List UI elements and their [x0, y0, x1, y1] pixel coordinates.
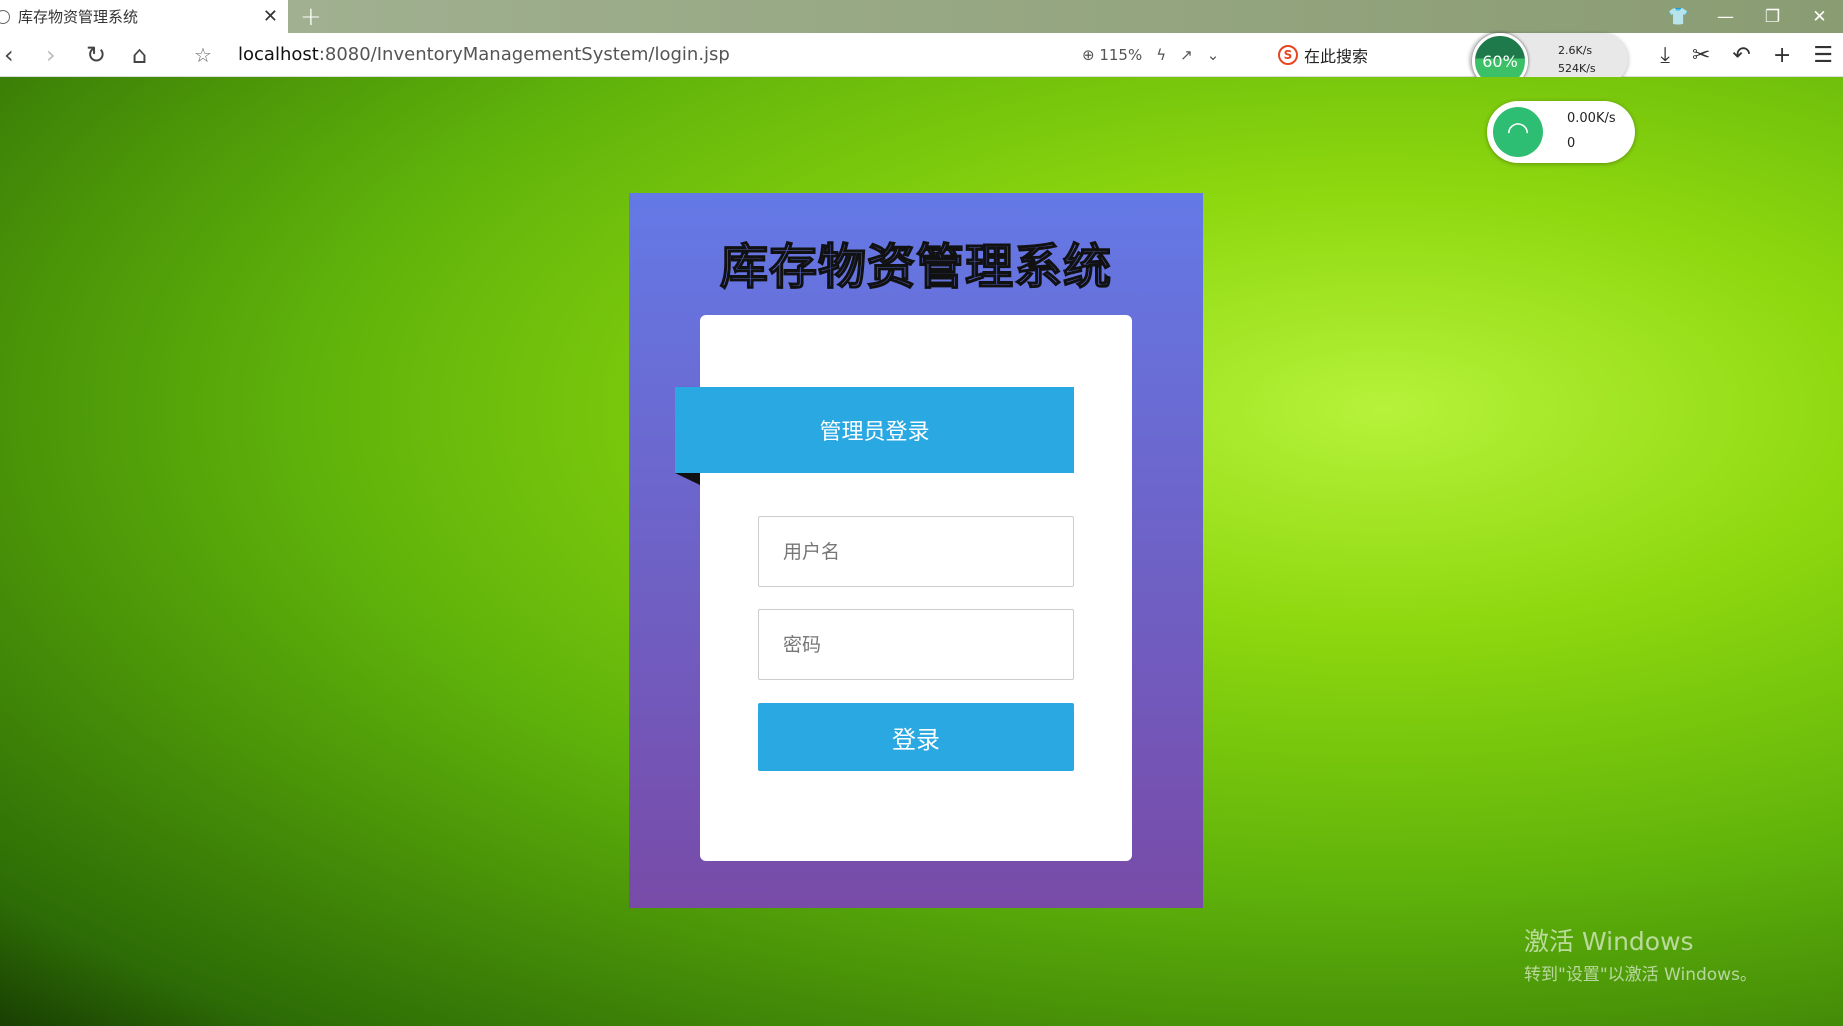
- tab-title: 库存物资管理系统: [18, 8, 139, 26]
- username-input[interactable]: [758, 516, 1074, 587]
- close-window-button[interactable]: ✕: [1796, 7, 1843, 27]
- share-icon[interactable]: ↗: [1180, 46, 1193, 64]
- bookmark-star-icon[interactable]: ☆: [194, 43, 212, 67]
- chevron-down-icon[interactable]: ⌄: [1207, 46, 1220, 64]
- wifi-icon: ◠: [1493, 107, 1543, 157]
- tab-bar: 库存物资管理系统 ✕ + 👕 — ❐ ✕: [0, 0, 1843, 33]
- forward-icon[interactable]: ›: [46, 41, 56, 69]
- password-input[interactable]: [758, 609, 1074, 680]
- close-tab-icon[interactable]: ✕: [263, 6, 278, 27]
- restore-button[interactable]: ❐: [1749, 7, 1796, 27]
- system-title: 库存物资管理系统: [719, 238, 1112, 296]
- home-icon[interactable]: ⌂: [132, 41, 147, 69]
- reload-icon[interactable]: ↻: [86, 41, 106, 69]
- login-button[interactable]: 登录: [758, 703, 1074, 771]
- new-tab-button[interactable]: +: [300, 2, 322, 32]
- download-icon[interactable]: ⤓: [1660, 43, 1670, 68]
- address-bar[interactable]: localhost:8080/InventoryManagementSystem…: [238, 44, 730, 65]
- search-box[interactable]: S 在此搜索: [1278, 43, 1368, 67]
- login-ribbon: 管理员登录: [675, 387, 1074, 473]
- flash-icon[interactable]: ϟ: [1156, 46, 1166, 64]
- browser-tab[interactable]: 库存物资管理系统 ✕: [0, 0, 288, 33]
- menu-icon[interactable]: ☰: [1813, 43, 1833, 68]
- windows-activation-watermark: 激活 Windows 转到"设置"以激活 Windows。: [1524, 927, 1757, 985]
- ribbon-fold: [675, 473, 700, 485]
- wifi-widget[interactable]: ◠ 0.00K/s 0: [1487, 101, 1635, 163]
- back-icon[interactable]: ‹: [4, 41, 14, 69]
- zoom-icon[interactable]: ⊕ 115%: [1082, 46, 1142, 64]
- globe-icon: [0, 9, 10, 24]
- scissors-icon[interactable]: ✂: [1692, 43, 1710, 68]
- sogou-icon: S: [1278, 45, 1298, 65]
- plus-icon[interactable]: +: [1773, 43, 1791, 68]
- undo-icon[interactable]: ↶: [1732, 43, 1750, 68]
- minimize-button[interactable]: —: [1702, 7, 1749, 27]
- skin-icon[interactable]: 👕: [1655, 7, 1702, 27]
